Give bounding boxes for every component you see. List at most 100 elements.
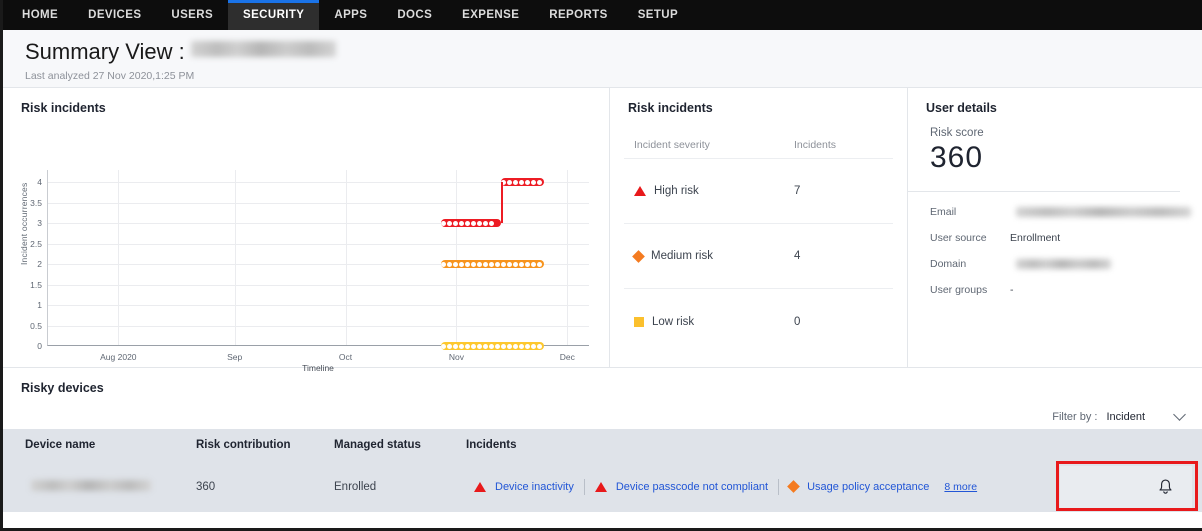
chart-data-point	[482, 343, 488, 349]
table-row[interactable]: 360 Enrolled Device inactivity Device pas…	[3, 461, 1202, 512]
chart-data-point	[482, 261, 488, 267]
chart-data-point	[476, 220, 482, 226]
chart-data-point	[488, 261, 494, 267]
chart-data-point	[458, 343, 464, 349]
chart-data-point	[440, 343, 446, 349]
chart-y-tick-label: 1	[37, 300, 42, 311]
chart-data-point	[452, 220, 458, 226]
user-details-panel: User details Risk score 360 Email User so…	[908, 88, 1202, 367]
chart-series-segment	[440, 342, 544, 350]
user-detail-row: Email	[930, 206, 1202, 218]
chart-data-point	[518, 261, 524, 267]
chart-gridline-vertical	[456, 170, 458, 345]
incident-link[interactable]: Device inactivity	[495, 481, 574, 493]
user-detail-key: Email	[930, 206, 957, 218]
incidents-table-body: High risk 7 Medium risk 4 Low risk 0	[610, 159, 907, 354]
nav-item-reports[interactable]: REPORTS	[534, 0, 622, 30]
chart-data-point	[470, 261, 476, 267]
filter-label: Filter by :	[1052, 411, 1098, 423]
notification-action-cell[interactable]	[1060, 466, 1192, 508]
chart-data-point	[500, 343, 506, 349]
column-incident-severity: Incident severity	[634, 139, 710, 151]
column-device-name: Device name	[25, 439, 96, 451]
incident-severity-row: Medium risk 4	[624, 224, 893, 289]
nav-item-home[interactable]: HOME	[7, 0, 73, 30]
filter-value[interactable]: Incident	[1106, 411, 1145, 423]
chart-panel-title: Risk incidents	[21, 101, 106, 115]
risky-devices-section: Risky devices Filter by : Incident Devic…	[3, 368, 1202, 512]
redacted-user-name	[190, 41, 336, 57]
chart-data-point	[494, 261, 500, 267]
risk-score-label: Risk score	[930, 127, 984, 139]
severity-cell: Low risk	[634, 316, 794, 328]
last-analyzed-text: Last analyzed 27 Nov 2020,1:25 PM	[25, 70, 195, 82]
chart-data-point	[518, 179, 524, 185]
triangle-icon	[594, 481, 607, 492]
incident-link[interactable]: Device passcode not compliant	[616, 481, 768, 493]
chart-data-point	[470, 220, 476, 226]
chart-gridline-vertical	[118, 170, 120, 345]
chart-gridline-horizontal	[48, 284, 589, 286]
square-icon	[634, 316, 644, 327]
chevron-down-icon[interactable]	[1173, 407, 1186, 421]
chart-data-point	[464, 220, 470, 226]
incident-link[interactable]: Usage policy acceptance	[807, 481, 929, 493]
chart-gridline-vertical	[567, 170, 569, 345]
column-risk-contribution: Risk contribution	[196, 439, 291, 451]
chart-data-point	[452, 343, 458, 349]
column-incidents: Incidents	[466, 439, 517, 451]
bell-icon[interactable]	[1157, 478, 1174, 497]
triangle-icon	[474, 481, 486, 492]
chart-data-point	[464, 261, 470, 267]
chart-plot-area: 0 0.5 1 1.5 2 2.5 3 3.5 4 Aug 2020 Sep Oct Nov Dec	[30, 170, 589, 362]
chart-series-riser	[500, 182, 503, 224]
severity-cell: High risk	[634, 185, 794, 197]
chart-data-point	[476, 261, 482, 267]
chart-data-point	[506, 343, 512, 349]
chart-x-tick-label: Sep	[227, 352, 243, 362]
chart-data-point	[530, 343, 536, 349]
managed-status-cell: Enrolled	[334, 480, 377, 493]
incident-severity-row: High risk 7	[624, 159, 893, 224]
user-detail-value: Enrollment	[1010, 232, 1061, 244]
chart-series-segment	[500, 178, 544, 187]
nav-item-setup[interactable]: SETUP	[623, 0, 693, 30]
chart-data-point	[488, 343, 494, 349]
chart-data-point	[446, 220, 452, 226]
incident-badge: Usage policy acceptance 8 more	[778, 478, 987, 495]
user-detail-row: User source Enrollment	[930, 232, 1202, 244]
top-navigation: HOME DEVICES USERS SECURITY APPS DOCS EXPENSE R…	[3, 0, 1202, 30]
chart-y-tick-label: 3	[37, 218, 42, 229]
chart-data-point	[524, 179, 530, 185]
nav-item-docs[interactable]: DOCS	[382, 0, 447, 30]
chart-x-tick-label: Aug 2020	[100, 352, 137, 362]
user-details-title: User details	[926, 101, 997, 115]
chart-data-point	[500, 261, 506, 267]
redacted-email	[1016, 207, 1191, 217]
nav-item-devices[interactable]: DEVICES	[73, 0, 156, 30]
nav-item-apps[interactable]: APPS	[319, 0, 382, 30]
chart-y-tick-label: 4	[37, 177, 42, 188]
chart-data-point	[536, 261, 542, 267]
chart-data-point	[536, 179, 542, 185]
chart-gridline-vertical	[234, 170, 236, 345]
chart-data-point	[518, 343, 524, 349]
more-incidents-link[interactable]: 8 more	[944, 481, 977, 493]
chart-data-point	[524, 343, 530, 349]
chart-gridline-horizontal	[48, 223, 589, 225]
nav-item-expense[interactable]: EXPENSE	[447, 0, 534, 30]
incident-severity-row: Low risk 0	[624, 289, 893, 354]
nav-item-users[interactable]: USERS	[156, 0, 228, 30]
incidents-panel-title: Risk incidents	[628, 101, 713, 115]
device-name-cell	[25, 479, 196, 494]
chart-series-segment	[440, 260, 544, 269]
chart-data-point	[536, 343, 542, 349]
nav-item-security[interactable]: SECURITY	[228, 0, 320, 30]
severity-cell: Medium risk	[632, 249, 794, 263]
chart-x-tick-label: Dec	[559, 352, 575, 362]
filter-bar: Filter by : Incident	[3, 395, 1202, 429]
chart-x-tick-label: Nov	[448, 352, 465, 362]
summary-panels: Risk incidents Incident occurrences 0 0.5…	[3, 88, 1202, 373]
chart-y-tick-label: 2.5	[30, 238, 42, 249]
chart-y-tick-label: 0.5	[30, 320, 42, 331]
